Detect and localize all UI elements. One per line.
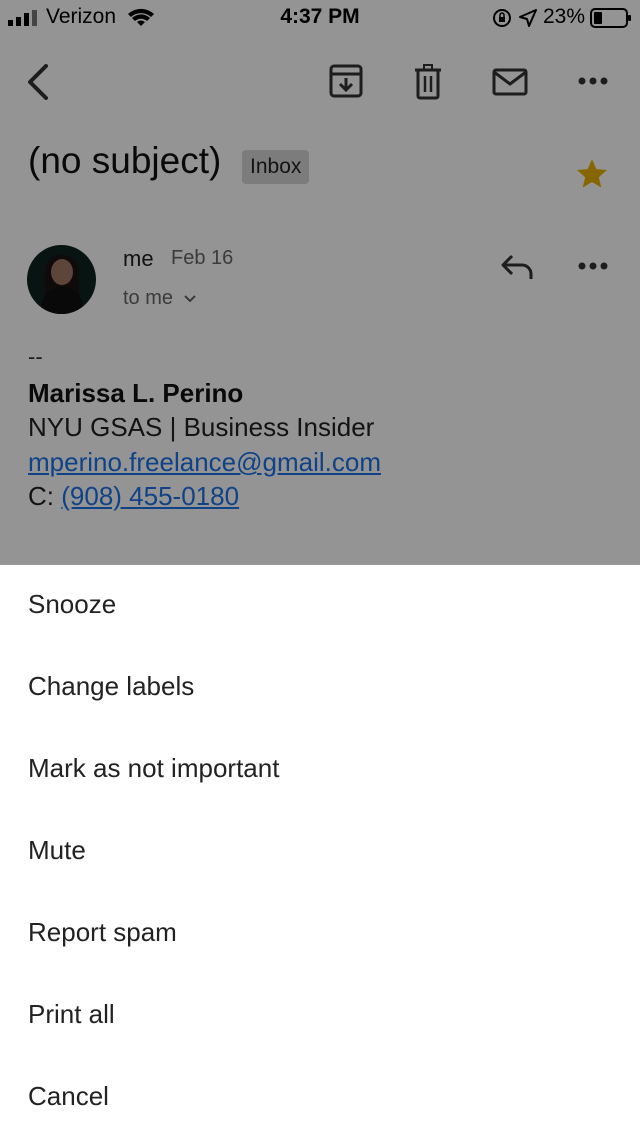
- menu-item-cancel[interactable]: Cancel: [0, 1057, 640, 1139]
- action-sheet: Snooze Change labels Mark as not importa…: [0, 565, 640, 1139]
- menu-item-label: Snooze: [28, 589, 117, 619]
- dim-overlay[interactable]: [0, 0, 640, 565]
- menu-item-mute[interactable]: Mute: [0, 811, 640, 893]
- menu-item-snooze[interactable]: Snooze: [0, 565, 640, 647]
- menu-item-mark-not-important[interactable]: Mark as not important: [0, 729, 640, 811]
- menu-item-label: Print all: [28, 999, 115, 1029]
- menu-item-report-spam[interactable]: Report spam: [0, 893, 640, 975]
- menu-item-change-labels[interactable]: Change labels: [0, 647, 640, 729]
- menu-item-label: Mute: [28, 835, 86, 865]
- menu-item-label: Cancel: [28, 1081, 109, 1111]
- menu-item-label: Mark as not important: [28, 753, 280, 783]
- menu-item-label: Change labels: [28, 671, 195, 701]
- menu-item-print-all[interactable]: Print all: [0, 975, 640, 1057]
- menu-item-label: Report spam: [28, 917, 177, 947]
